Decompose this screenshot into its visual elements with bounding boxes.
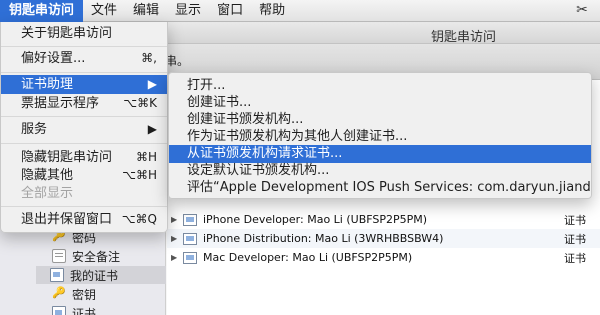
submenu-item-label: 打开... xyxy=(187,78,226,93)
menu-item-certificate-assistant[interactable]: 证书助理 ▶ xyxy=(1,75,167,94)
chevron-right-icon: ▶ xyxy=(147,77,157,91)
menu-separator xyxy=(1,143,167,144)
submenu-item-create-cert-for-others[interactable]: 作为证书颁发机构为其他人创建证书... xyxy=(169,128,591,146)
submenu-item-label: 从证书颁发机构请求证书... xyxy=(187,146,343,161)
menu-app[interactable]: 钥匙串访问 xyxy=(0,0,84,22)
menu-separator xyxy=(1,116,167,117)
app-menu: 关于钥匙串访问 偏好设置... ⌘, 证书助理 ▶ 票据显示程序 ⌥⌘K 服务 … xyxy=(0,22,168,233)
cert-type: 证书 xyxy=(564,213,586,227)
certificate-icon xyxy=(50,268,64,282)
sidebar-item-secure-notes[interactable]: 安全备注 xyxy=(38,247,166,265)
table-row[interactable]: ▶ iPhone Developer: Mao Li (UBFSP2P5PM) … xyxy=(167,210,600,229)
disclosure-triangle-icon[interactable]: ▶ xyxy=(171,215,179,224)
sidebar-item-keys[interactable]: 密钥 xyxy=(38,285,166,303)
menu-item-hide-others[interactable]: 隐藏其他 ⌥⌘H xyxy=(1,166,167,185)
sidebar-item-label: 证书 xyxy=(72,306,97,315)
menu-shortcut: ⌥⌘Q xyxy=(121,212,157,226)
key-icon xyxy=(52,286,66,301)
certificate-icon xyxy=(52,306,66,315)
cert-type: 证书 xyxy=(564,232,586,246)
cert-name: iPhone Developer: Mao Li (UBFSP2P5PM) xyxy=(203,213,428,226)
menu-bar: 钥匙串访问 文件 编辑 显示 窗口 帮助 ✂ xyxy=(0,0,600,22)
menu-shortcut: ⌥⌘H xyxy=(122,168,157,182)
submenu-item-set-default-ca[interactable]: 设定默认证书颁发机构... xyxy=(169,162,591,180)
submenu-item-open[interactable]: 打开... xyxy=(169,77,591,95)
table-row[interactable]: ▶ iPhone Distribution: Mao Li (3WRHBBSBW… xyxy=(167,229,600,248)
sidebar-item-label: 密钥 xyxy=(72,287,97,302)
submenu-item-label: 创建证书... xyxy=(187,95,252,110)
scissors-icon[interactable]: ✂ xyxy=(574,2,590,18)
menu-item-hide[interactable]: 隐藏钥匙串访问 ⌘H xyxy=(1,148,167,167)
sidebar-item-my-certificates[interactable]: 我的证书 xyxy=(36,266,166,284)
cert-type: 证书 xyxy=(564,251,586,265)
submenu-item-label: 评估“Apple Development IOS Push Services: … xyxy=(187,180,591,195)
table-row[interactable]: ▶ Mac Developer: Mao Li (UBFSP2P5PM) 证书 xyxy=(167,248,600,267)
chevron-right-icon: ▶ xyxy=(147,122,157,136)
menu-item-label: 隐藏其他 xyxy=(21,168,74,183)
cert-name: iPhone Distribution: Mao Li (3WRHBBSBW4) xyxy=(203,232,444,245)
menu-item-show-all: 全部显示 xyxy=(1,184,167,203)
cert-name: Mac Developer: Mao Li (UBFSP2P5PM) xyxy=(203,251,413,264)
menu-separator xyxy=(1,46,167,47)
menu-separator xyxy=(1,72,167,73)
menu-shortcut: ⌥⌘K xyxy=(123,96,157,110)
sidebar-item-label: 我的证书 xyxy=(70,268,119,283)
menu-file[interactable]: 文件 xyxy=(83,0,125,22)
note-icon xyxy=(52,249,66,263)
menu-edit[interactable]: 编辑 xyxy=(125,0,167,22)
menu-item-label: 证书助理 xyxy=(21,77,74,92)
menu-item-about[interactable]: 关于钥匙串访问 xyxy=(1,24,167,43)
menu-item-preferences[interactable]: 偏好设置... ⌘, xyxy=(1,49,167,68)
certificate-icon xyxy=(183,232,197,245)
menu-item-label: 偏好设置... xyxy=(21,51,86,66)
menu-shortcut: ⌘, xyxy=(141,51,157,65)
certificate-assistant-submenu: 打开... 创建证书... 创建证书颁发机构... 作为证书颁发机构为其他人创建… xyxy=(168,72,592,199)
disclosure-triangle-icon[interactable]: ▶ xyxy=(171,253,179,262)
menu-item-ticket-viewer[interactable]: 票据显示程序 ⌥⌘K xyxy=(1,94,167,113)
menu-view[interactable]: 显示 xyxy=(167,0,209,22)
menu-item-services[interactable]: 服务 ▶ xyxy=(1,120,167,139)
menu-item-label: 关于钥匙串访问 xyxy=(21,26,113,41)
submenu-item-label: 设定默认证书颁发机构... xyxy=(187,163,330,178)
certificate-icon xyxy=(183,251,197,264)
menu-shortcut: ⌘H xyxy=(135,150,157,164)
menu-item-label: 退出并保留窗口 xyxy=(21,212,113,227)
submenu-item-label: 作为证书颁发机构为其他人创建证书... xyxy=(187,129,408,144)
submenu-item-request-from-ca[interactable]: 从证书颁发机构请求证书... xyxy=(169,145,591,163)
submenu-item-create-ca[interactable]: 创建证书颁发机构... xyxy=(169,111,591,129)
menu-item-label: 全部显示 xyxy=(21,186,74,201)
certificate-icon xyxy=(183,213,197,226)
menu-item-quit[interactable]: 退出并保留窗口 ⌥⌘Q xyxy=(1,210,167,229)
sidebar-item-label: 安全备注 xyxy=(72,249,121,264)
menu-window[interactable]: 窗口 xyxy=(209,0,251,22)
submenu-item-evaluate[interactable]: 评估“Apple Development IOS Push Services: … xyxy=(169,179,591,197)
menu-separator xyxy=(1,206,167,207)
menu-help[interactable]: 帮助 xyxy=(251,0,293,22)
info-text: 串。 xyxy=(165,54,190,68)
submenu-item-create-certificate[interactable]: 创建证书... xyxy=(169,94,591,112)
menu-item-label: 服务 xyxy=(21,122,48,137)
sidebar-item-certificates[interactable]: 证书 xyxy=(38,304,166,315)
disclosure-triangle-icon[interactable]: ▶ xyxy=(171,234,179,243)
menu-item-label: 票据显示程序 xyxy=(21,96,100,111)
menu-item-label: 隐藏钥匙串访问 xyxy=(21,150,113,165)
submenu-item-label: 创建证书颁发机构... xyxy=(187,112,304,127)
